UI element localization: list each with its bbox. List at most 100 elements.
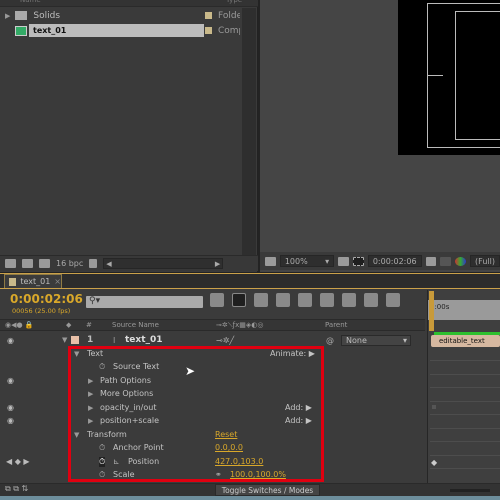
label-color-swatch[interactable] [205,12,212,19]
scroll-left-icon[interactable]: ◀ [106,260,111,268]
source-name-column-header[interactable]: Source Name [112,321,159,329]
track-divider [430,374,500,375]
visibility-eye-icon[interactable]: ◉ [7,403,14,412]
composition-icon [15,25,27,36]
new-composition-icon[interactable] [39,259,50,268]
auto-keyframe-icon[interactable] [364,293,378,307]
expand-arrow-icon[interactable]: ▶ [5,12,10,20]
track-divider [430,414,500,415]
motion-blur-icon[interactable] [320,293,334,307]
folder-icon [15,11,28,20]
search-icon: ⚲▾ [89,296,101,306]
item-type: Folder [218,10,240,21]
hide-shy-layers-icon[interactable] [276,293,290,307]
viewer-footer: 100% ▾ 0:00:02:06 (Full) [260,252,500,270]
name-column-header[interactable]: Name [20,0,41,4]
pick-whip-icon[interactable]: @ [326,336,334,345]
frame-info: 00056 (25.00 fps) [12,307,71,315]
layer-row[interactable]: ◉ ▼ 1 Ⅰ text_01 ⊸✲╱ @ None ▾ [0,333,425,347]
time-ruler[interactable]: 0:00s [428,300,500,320]
close-icon[interactable]: × [54,277,61,286]
layer-switches[interactable]: ⊸✲╱ [216,336,234,345]
layer-name[interactable]: text_01 [125,335,163,345]
new-folder-icon[interactable] [22,259,33,268]
timeline-search-input[interactable]: ⚲▾ [86,296,203,308]
project-item-solids[interactable]: ▶ Solids Folder [0,8,240,23]
keyframe-marker[interactable] [432,405,436,409]
project-scrollbar[interactable] [242,8,256,256]
item-name: Solids [33,10,61,21]
timeline-toolbar [210,293,400,307]
tab-text-01[interactable]: text_01 × [4,274,62,288]
trash-icon[interactable] [89,259,98,268]
switches-column-icons[interactable]: ⊸✲⟍ƒx▦◈◐◎ [216,321,263,330]
timeline-tab-bar [0,274,500,289]
track-divider [430,468,500,469]
keyframe-navigator[interactable]: ◀ ◆ ▶ [6,457,30,466]
brainstorm-icon[interactable] [342,293,356,307]
project-column-header: Name Type [0,0,258,7]
project-item-text-01[interactable]: text_01 Composition [0,23,240,38]
horizontal-scrollbar[interactable]: ◀ ▶ [103,258,224,269]
resolution-dropdown[interactable]: (Full) [470,255,500,267]
number-column-header[interactable]: # [86,321,92,329]
live-update-icon[interactable] [232,293,246,307]
layer-duration-bar[interactable]: editable_text [431,335,500,347]
parent-value: None [346,335,367,345]
track-divider [430,387,500,388]
layer-bar-label: editable_text [439,337,485,345]
track-divider [430,441,500,442]
snapshot-icon[interactable] [425,256,437,266]
region-of-interest-icon[interactable] [352,256,364,266]
label-color-swatch[interactable] [205,27,212,34]
parent-column-header[interactable]: Parent [325,321,347,329]
highlight-annotation-box [68,346,324,482]
scroll-right-icon[interactable]: ▶ [215,260,220,268]
graph-editor-icon[interactable] [386,293,400,307]
toggle-switches-modes-button[interactable]: Toggle Switches / Modes [215,484,320,496]
text-layer-icon: Ⅰ [113,335,116,345]
zoom-slider[interactable] [450,489,490,492]
chevron-down-icon: ▾ [402,335,407,345]
visibility-eye-icon[interactable]: ◉ [7,376,14,385]
current-time-display[interactable]: 0:00:02:06 [10,292,83,306]
item-name: text_01 [29,24,204,37]
label-color-swatch[interactable] [71,336,79,344]
chevron-down-icon: ▾ [325,257,330,266]
visibility-eye-icon[interactable]: ◉ [7,416,14,425]
resolution-icon[interactable] [338,256,349,266]
label-tag-icon[interactable]: ◆ [66,321,71,329]
title-safe-guide [455,11,500,140]
track-divider [430,360,500,361]
center-guide [427,75,443,76]
show-snapshot-icon[interactable] [440,256,452,266]
type-column-header[interactable]: Type [226,0,242,4]
layer-number: 1 [87,335,94,345]
zoom-value: 100% [284,257,308,266]
av-features-icons[interactable]: ◉◀● 🔒 [5,321,34,329]
project-footer: 16 bpc ◀ ▶ [0,255,258,271]
channel-icon[interactable] [455,256,467,266]
draft-3d-icon[interactable] [254,293,268,307]
position-keyframe-icon[interactable]: ◆ [431,458,437,467]
track-divider [430,401,500,402]
composition-tab-icon [9,277,17,286]
expand-arrow-icon[interactable]: ▼ [62,336,67,344]
track-divider [430,455,500,456]
current-time-indicator[interactable] [429,291,434,331]
visibility-eye-icon[interactable]: ◉ [7,336,14,345]
track-divider [430,428,500,429]
composition-mini-flowchart-icon[interactable] [210,293,224,307]
tab-label: text_01 [20,277,51,286]
item-type: Composition [218,25,240,36]
bit-depth-button[interactable]: 16 bpc [56,259,83,268]
interpret-footage-icon[interactable] [5,259,16,268]
always-preview-icon[interactable] [265,256,276,266]
footer-panel-icons[interactable]: ⧉ ⧉ ⇅ [5,484,28,494]
frame-blending-icon[interactable] [298,293,312,307]
zoom-dropdown[interactable]: 100% ▾ [279,255,335,267]
layer-column-header: ◉◀● 🔒 ◆ # Source Name ⊸✲⟍ƒx▦◈◐◎ Parent [0,319,425,331]
project-panel [0,0,258,272]
viewer-timecode[interactable]: 0:00:02:06 [367,255,422,267]
parent-dropdown[interactable]: None ▾ [341,334,411,346]
